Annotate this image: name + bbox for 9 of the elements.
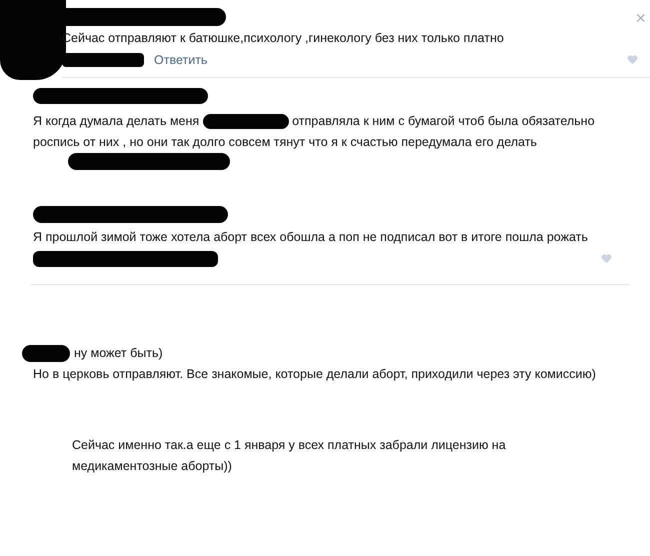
comment-text: Я прошлой зимой тоже хотела аборт всех обошла а поп не подписал вот в итоге пошла рожать — [33, 229, 589, 246]
comment-text: Но в церковь отправляют. Все знакомые, которые делали аборт, приходили через эту комиссию) — [33, 366, 597, 383]
comment-text: ну может быть) — [74, 345, 163, 362]
heart-icon[interactable] — [627, 55, 638, 65]
heart-icon[interactable] — [601, 254, 612, 264]
comment-text: Я когда думала делать меня отправляла к ним с бумагой чтоб была обязательно роспись от них , но они так долго совсем тянут что я к счастью передумала его делать — [33, 113, 596, 151]
comment-text: Сейчас именно так.а еще с 1 января у всех платных забрали лицензию на медикаментозные аборты)) — [72, 437, 507, 475]
reply-link[interactable]: Ответить — [154, 53, 208, 67]
redaction-mark — [22, 345, 70, 362]
